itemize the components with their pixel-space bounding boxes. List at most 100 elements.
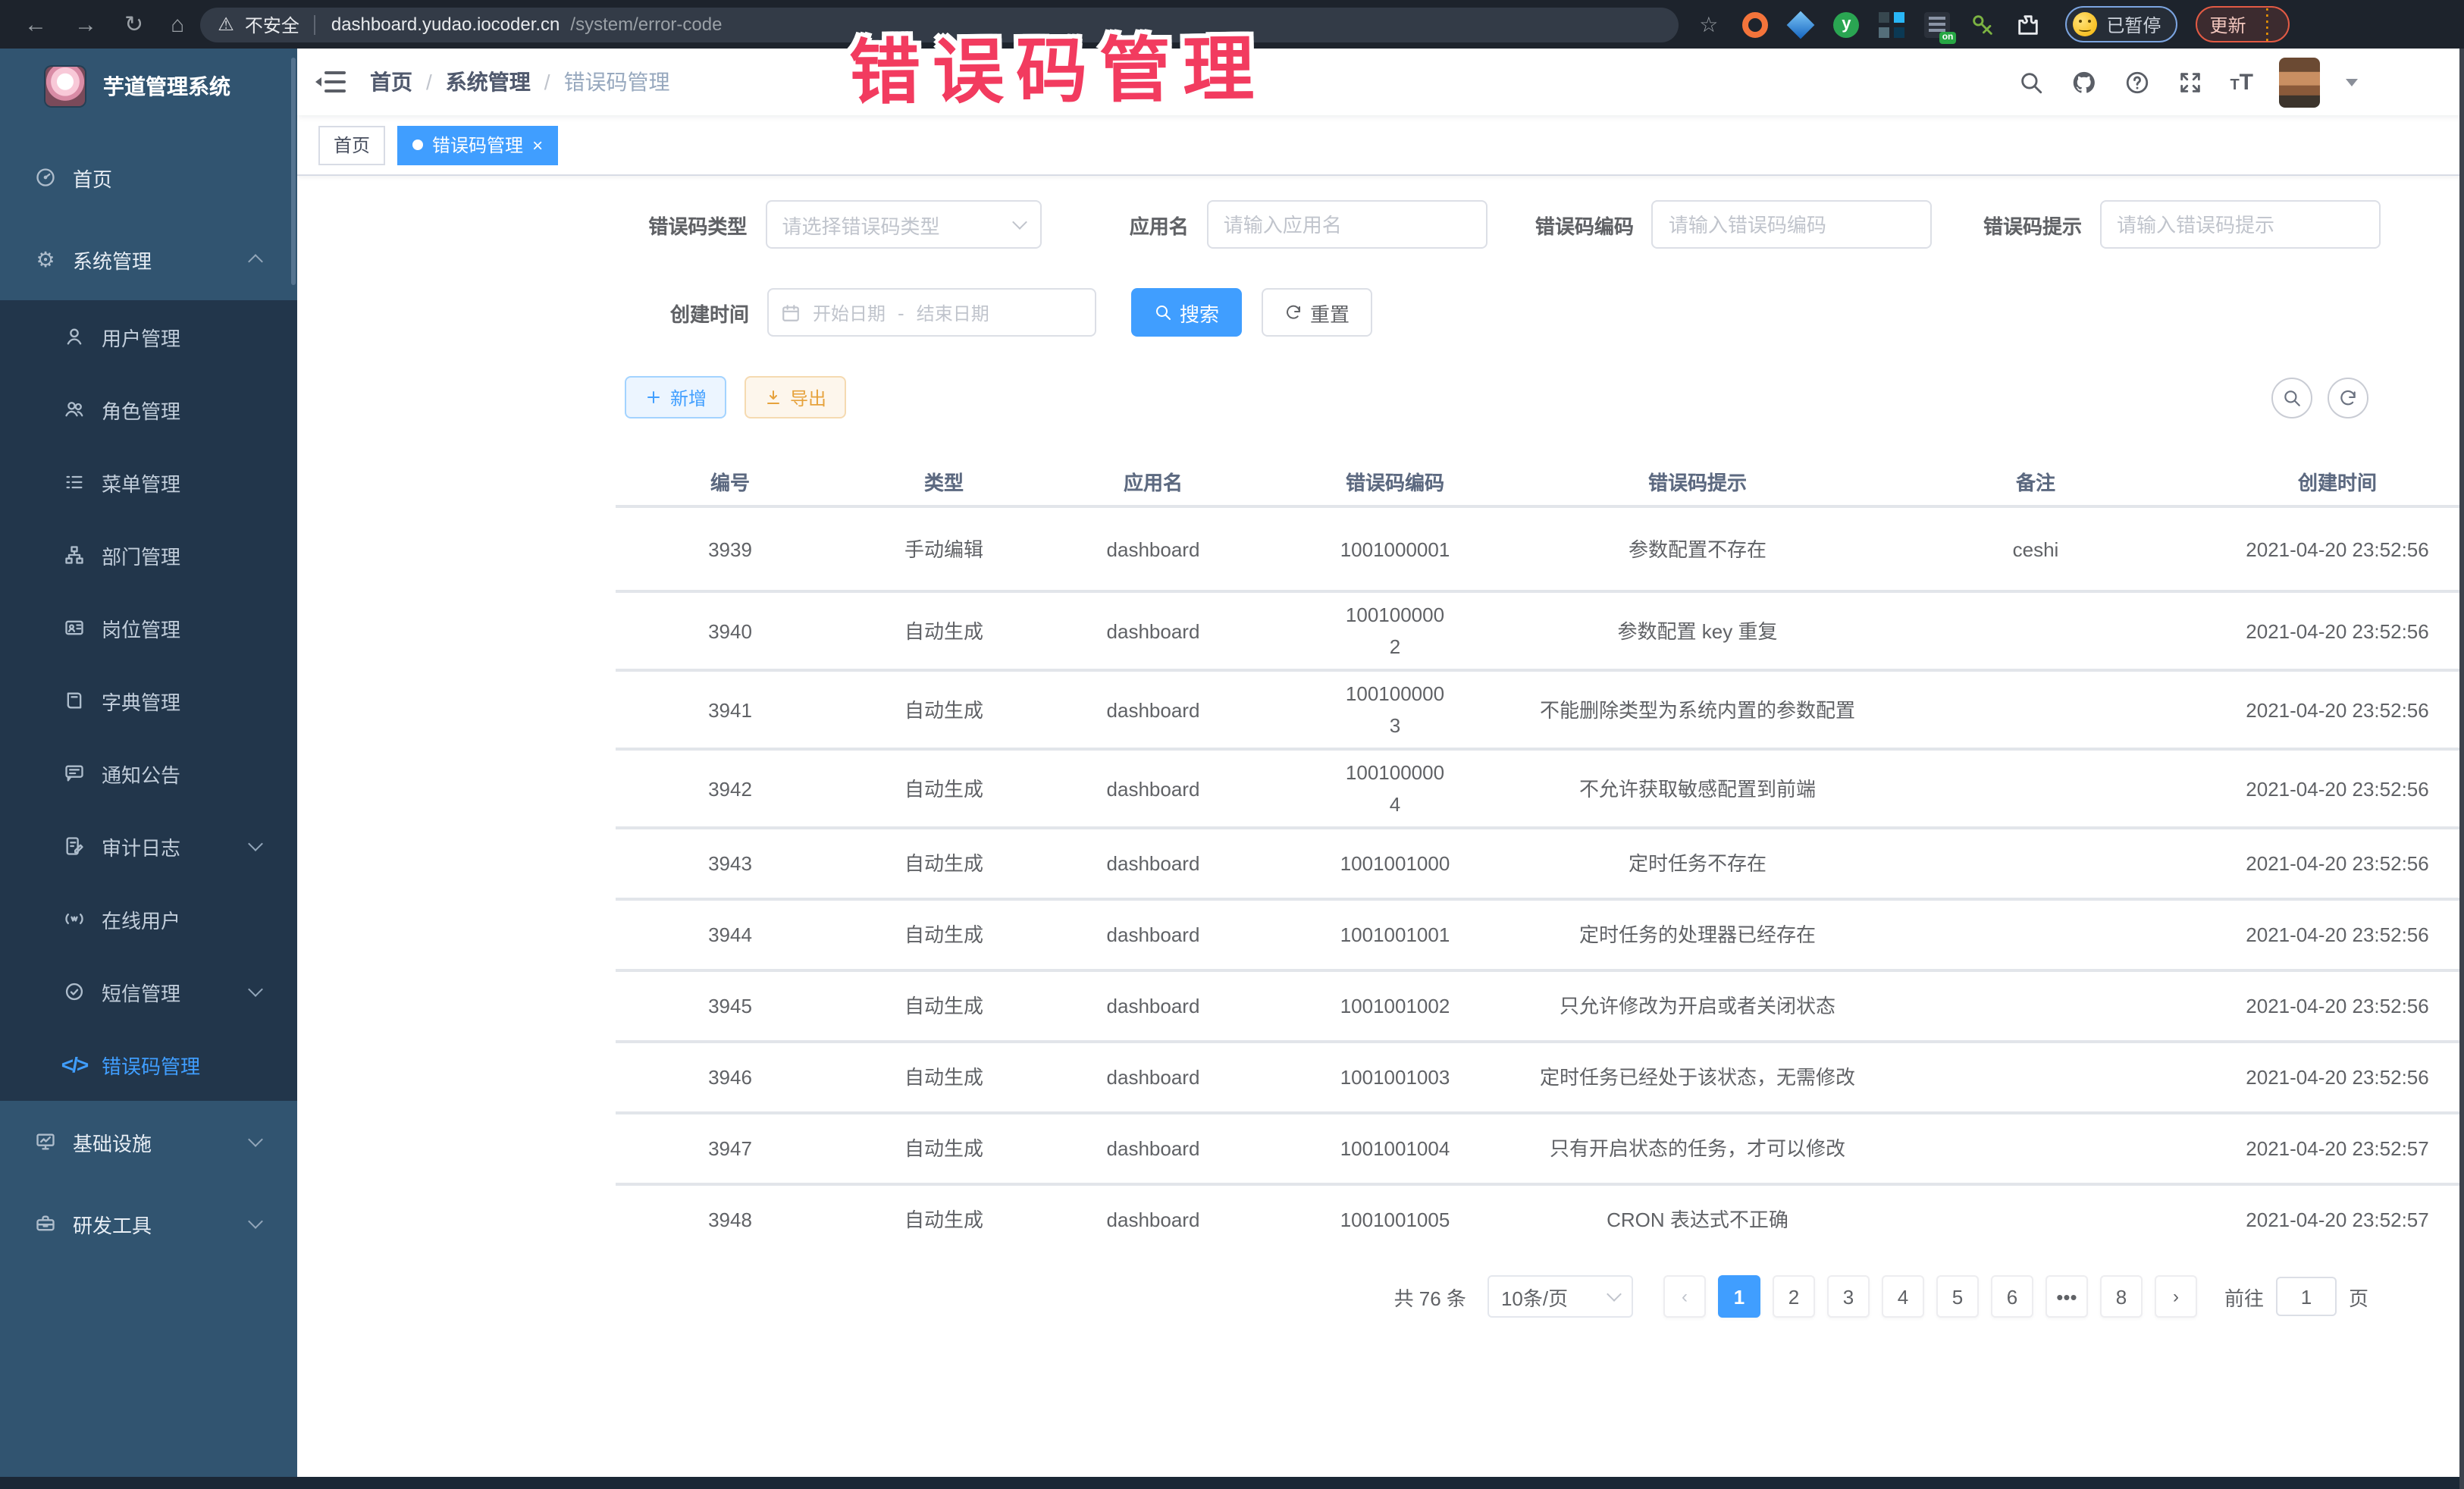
page-button[interactable]: 3 — [1827, 1275, 1870, 1318]
tab-home[interactable]: 首页 — [318, 125, 385, 165]
type-select-placeholder: 请选择错误码类型 — [782, 210, 939, 239]
page-ellipsis[interactable]: ••• — [2045, 1275, 2088, 1318]
app-logo — [45, 67, 85, 106]
profile-status: 已暂停 — [2106, 11, 2161, 37]
sidebar-item-menu[interactable]: 菜单管理 — [0, 446, 297, 519]
gear-icon: ⚙ — [33, 249, 58, 270]
next-page-button[interactable]: › — [2155, 1275, 2197, 1318]
browser-profile-chip[interactable]: 已暂停 — [2065, 6, 2177, 42]
sidebar-item-online[interactable]: 在线用户 — [0, 882, 297, 955]
download-icon — [764, 388, 782, 406]
on-badge: on — [1939, 31, 1957, 43]
tags-view-bar: 首页 错误码管理 × — [297, 115, 2464, 176]
sidebar-item-infra[interactable]: 基础设施 — [0, 1101, 297, 1183]
chevron-up-icon — [248, 254, 263, 269]
extension-icon-2[interactable] — [1788, 11, 1814, 37]
col-header-type: 类型 — [845, 460, 1043, 504]
export-button[interactable]: 导出 — [745, 376, 846, 418]
reset-button[interactable]: 重置 — [1262, 288, 1372, 337]
users-icon — [62, 399, 86, 420]
end-date-placeholder: 结束日期 — [917, 299, 989, 325]
search-button[interactable]: 搜索 — [1131, 288, 1242, 337]
table-row: 3948 自动生成 dashboard 1001001005 CRON 表达式不… — [616, 1183, 2464, 1254]
pagination: 共 76 条 10条/页 ‹ 123456•••8 › 前往 页 — [616, 1275, 2368, 1318]
audit-log-icon — [62, 835, 86, 857]
sidebar-item-home[interactable]: 首页 — [0, 136, 297, 218]
gem-icon — [1787, 11, 1815, 39]
app-name-label: 应用名 — [1042, 210, 1207, 239]
page-button[interactable]: 4 — [1882, 1275, 1924, 1318]
address-bar[interactable]: ⚠ 不安全 dashboard.yudao.iocoder.cn/system/… — [199, 7, 1678, 42]
sidebar-item-post[interactable]: 岗位管理 — [0, 591, 297, 664]
browser-update-button[interactable]: 更新 ⋮⋮ — [2196, 6, 2290, 42]
sidebar-item-sms[interactable]: 短信管理 — [0, 955, 297, 1028]
total-count: 共 76 条 — [1394, 1282, 1466, 1311]
extension-icon-7[interactable] — [2015, 11, 2041, 37]
prev-page-button[interactable]: ‹ — [1663, 1275, 1706, 1318]
date-range-picker[interactable]: 开始日期 - 结束日期 — [767, 288, 1096, 337]
show-search-button[interactable] — [2271, 377, 2312, 418]
breadcrumb-home[interactable]: 首页 — [370, 67, 412, 97]
type-select[interactable]: 请选择错误码类型 — [765, 200, 1042, 249]
page-button[interactable]: 5 — [1936, 1275, 1979, 1318]
page-size-value: 10条/页 — [1501, 1282, 1568, 1311]
page-size-select[interactable]: 10条/页 — [1487, 1275, 1633, 1318]
table-tools — [2271, 377, 2368, 418]
sidebar-item-notice[interactable]: 通知公告 — [0, 737, 297, 810]
font-size-icon[interactable]: TT — [2230, 71, 2253, 93]
reset-button-label: 重置 — [1310, 298, 1350, 327]
user-avatar[interactable] — [2279, 57, 2320, 107]
sidebar-item-errorcode[interactable]: </> 错误码管理 — [0, 1028, 297, 1101]
chevron-down-icon — [1013, 215, 1028, 230]
window-scrollbar-edge[interactable] — [2459, 49, 2464, 1489]
table-header-row: 编号 类型 应用名 错误码编码 错误码提示 备注 创建时间 操作 — [616, 459, 2464, 505]
table-row: 3943 自动生成 dashboard 1001001000 定时任务不存在 2… — [616, 826, 2464, 898]
tab-home-label: 首页 — [334, 132, 370, 158]
code-input[interactable] — [1652, 200, 1933, 249]
browser-menu-icon[interactable]: ⋮⋮ — [2258, 6, 2276, 42]
search-icon[interactable] — [2017, 68, 2045, 96]
sidebar-item-role[interactable]: 角色管理 — [0, 373, 297, 446]
add-button[interactable]: 新增 — [625, 376, 726, 418]
home-icon[interactable]: ⌂ — [171, 11, 184, 37]
main-area: 首页 / 系统管理 / 错误码管理 TT — [297, 49, 2464, 1489]
app-name-input[interactable] — [1207, 200, 1487, 249]
refresh-table-button[interactable] — [2328, 377, 2368, 418]
extension-icon-5[interactable]: on — [1924, 11, 1950, 37]
hamburger-icon[interactable] — [318, 71, 346, 92]
extension-icon-1[interactable] — [1742, 11, 1768, 37]
fullscreen-icon[interactable] — [2177, 68, 2204, 96]
goto-page-input[interactable] — [2276, 1277, 2337, 1316]
chevron-down-icon — [248, 1132, 263, 1147]
breadcrumb: 首页 / 系统管理 / 错误码管理 — [370, 67, 670, 97]
github-icon[interactable] — [2071, 68, 2098, 96]
update-label: 更新 — [2209, 11, 2246, 37]
sidebar-item-dict[interactable]: 字典管理 — [0, 664, 297, 737]
message-input[interactable] — [2100, 200, 2381, 249]
page-button[interactable]: 2 — [1773, 1275, 1815, 1318]
extension-icon-3[interactable]: y — [1833, 11, 1859, 37]
breadcrumb-system[interactable]: 系统管理 — [446, 67, 531, 97]
extension-icon-6[interactable] — [1970, 11, 1995, 37]
dictionary-icon — [62, 690, 86, 711]
forward-icon[interactable]: → — [74, 11, 97, 37]
bookmark-star-icon[interactable]: ☆ — [1699, 11, 1718, 37]
back-icon[interactable]: ← — [24, 11, 47, 37]
sidebar-item-user[interactable]: 用户管理 — [0, 300, 297, 373]
page-button-active[interactable]: 1 — [1718, 1275, 1760, 1318]
page-button[interactable]: 6 — [1991, 1275, 2033, 1318]
reload-icon[interactable]: ↻ — [124, 11, 143, 38]
app-logo-row[interactable]: 芋道管理系统 — [0, 49, 297, 124]
chevron-down-icon — [248, 982, 263, 997]
sidebar-item-system[interactable]: ⚙ 系统管理 — [0, 218, 297, 300]
help-icon[interactable] — [2124, 68, 2151, 96]
extension-icon-4[interactable] — [1879, 11, 1904, 37]
chevron-down-icon[interactable] — [2346, 78, 2358, 86]
sidebar-scrollbar[interactable] — [291, 58, 296, 285]
sidebar-item-dept[interactable]: 部门管理 — [0, 519, 297, 591]
sidebar-item-devtools[interactable]: 研发工具 — [0, 1183, 297, 1265]
page-button[interactable]: 8 — [2100, 1275, 2143, 1318]
tab-error-code[interactable]: 错误码管理 × — [397, 125, 558, 165]
close-icon[interactable]: × — [532, 136, 543, 154]
sidebar-item-audit[interactable]: 审计日志 — [0, 810, 297, 882]
